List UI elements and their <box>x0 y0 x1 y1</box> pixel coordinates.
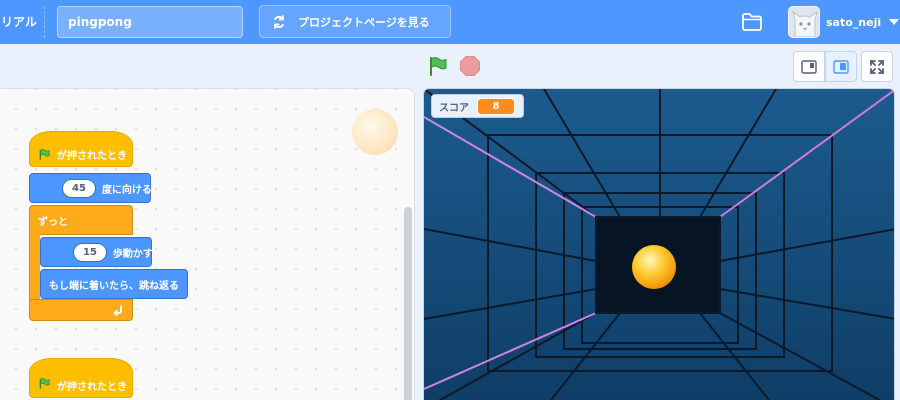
normal-stage-button[interactable] <box>825 51 857 82</box>
block-label: ずっと <box>38 216 68 228</box>
menu-bar: リアル プロジェクトページを見る sato_neji <box>0 0 900 44</box>
when-flag-clicked-block[interactable]: が押されたとき <box>29 358 133 398</box>
block-label: 度に向ける <box>101 184 152 196</box>
see-project-icon <box>274 14 284 29</box>
sprite-ghost-thumbnail <box>352 109 398 155</box>
green-flag-icon <box>430 57 447 76</box>
direction-input[interactable]: 45 <box>62 178 96 198</box>
stage[interactable] <box>423 88 895 400</box>
fullscreen-button[interactable] <box>861 51 893 82</box>
score-monitor[interactable]: スコア 8 <box>431 94 524 118</box>
tutorials-menu[interactable]: リアル <box>0 0 37 44</box>
menu-divider <box>44 6 45 38</box>
stop-button[interactable] <box>459 55 481 77</box>
score-value: 8 <box>477 97 515 115</box>
cat-avatar-icon <box>789 7 819 37</box>
bounce-on-edge-block[interactable]: もし端に着いたら、跳ね返る <box>40 269 188 299</box>
move-steps-block[interactable]: 15 歩動かす <box>40 237 153 267</box>
block-label: もし端に着いたら、跳ね返る <box>49 280 179 292</box>
forever-block-end <box>29 299 133 321</box>
small-stage-icon <box>801 59 817 74</box>
ball-sprite[interactable] <box>632 245 676 289</box>
block-label: 歩動かす <box>112 248 153 260</box>
green-flag-icon <box>39 148 50 160</box>
score-label: スコア <box>439 102 469 114</box>
small-stage-button[interactable] <box>793 51 825 82</box>
stage-canvas <box>424 89 894 400</box>
point-in-direction-block[interactable]: 45 度に向ける <box>29 173 152 203</box>
chevron-down-icon <box>889 19 900 25</box>
when-flag-clicked-block[interactable]: が押されたとき <box>29 131 133 167</box>
block-label: が押されたとき <box>57 150 127 162</box>
loop-arrow-icon <box>113 305 122 316</box>
green-flag-button[interactable] <box>427 55 449 77</box>
folder-icon <box>742 13 762 31</box>
code-area[interactable]: が押されたとき 45 度に向ける ずっと 15 歩動かす もし端に着いたら、跳ね… <box>0 88 415 400</box>
forever-block[interactable]: ずっと <box>29 205 133 235</box>
my-stuff-button[interactable] <box>741 12 763 32</box>
steps-input[interactable]: 15 <box>73 242 107 262</box>
see-project-page-button[interactable]: プロジェクトページを見る <box>259 5 451 38</box>
account-menu[interactable]: sato_neji <box>788 5 900 39</box>
normal-stage-icon <box>833 59 849 74</box>
fullscreen-icon <box>870 59 884 74</box>
code-area-scrollbar[interactable] <box>404 207 412 400</box>
see-project-label: プロジェクトページを見る <box>298 15 430 29</box>
username: sato_neji <box>826 15 882 29</box>
forever-arm <box>29 234 40 300</box>
project-title-input[interactable] <box>57 6 243 38</box>
green-flag-icon <box>39 378 50 389</box>
block-label: が押されたとき <box>57 382 127 393</box>
stop-icon <box>460 56 480 76</box>
avatar <box>788 6 820 38</box>
